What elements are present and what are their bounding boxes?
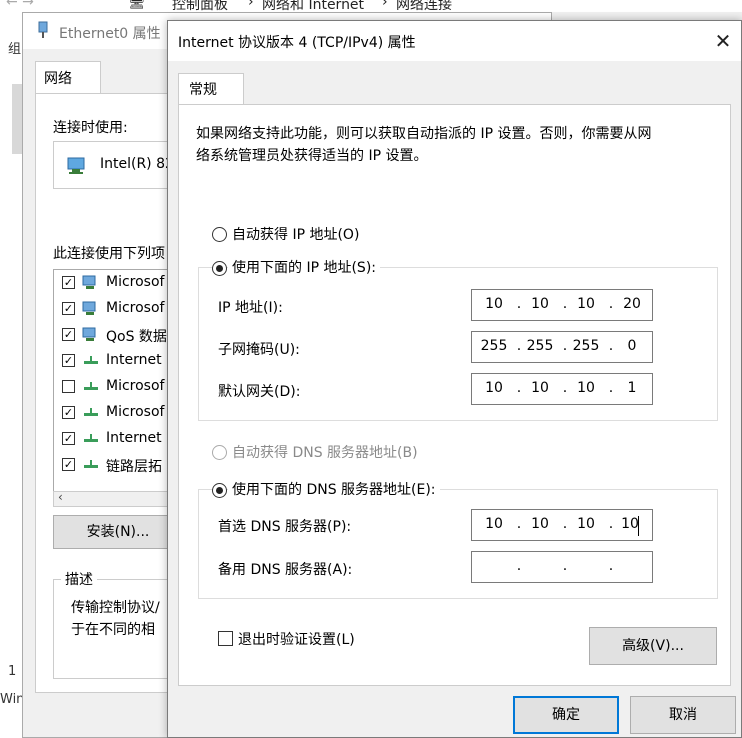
- preferred-dns-input[interactable]: 10 . 10 . 10 . 10: [471, 509, 653, 541]
- breadcrumb-item[interactable]: 网络和 Internet: [262, 0, 364, 12]
- item-label: 链路层拓: [106, 459, 162, 475]
- ip-octet[interactable]: 10: [476, 296, 512, 312]
- tab-general[interactable]: 常规: [178, 73, 244, 105]
- service-icon: [82, 301, 96, 315]
- protocol-icon: [84, 382, 98, 390]
- protocol-icon: [84, 356, 98, 364]
- auto-ip-radio[interactable]: [212, 227, 227, 242]
- item-checkbox[interactable]: ✓: [62, 354, 75, 367]
- adapter-name: Intel(R) 82: [100, 156, 174, 172]
- dialog-titlebar[interactable]: Internet 协议版本 4 (TCP/IPv4) 属性 ✕: [168, 21, 741, 61]
- item-checkbox[interactable]: ✓: [62, 432, 75, 445]
- connect-using-label: 连接时使用:: [53, 120, 128, 136]
- description-line: 络系统管理员处获得适当的 IP 设置。: [196, 148, 428, 164]
- breadcrumb-sep: ›: [382, 0, 388, 10]
- network-adapter-icon: [38, 21, 48, 38]
- item-checkbox[interactable]: ✓: [62, 406, 75, 419]
- item-checkbox[interactable]: [62, 380, 75, 393]
- item-checkbox[interactable]: ✓: [62, 458, 75, 471]
- manual-ip-radio[interactable]: [212, 261, 227, 276]
- dialog-description: 如果网络支持此功能，则可以获取自动指派的 IP 设置。否则，你需要从网 络系统管…: [196, 123, 706, 167]
- ip-octet[interactable]: 10: [522, 296, 558, 312]
- eth-window-title: Ethernet0 属性: [59, 26, 161, 42]
- text-caret: [638, 516, 639, 536]
- item-label: Internet: [106, 430, 162, 446]
- preferred-dns-label: 首选 DNS 服务器(P):: [218, 519, 352, 535]
- cancel-button[interactable]: 取消: [630, 696, 736, 734]
- left-letter: 1: [8, 664, 17, 679]
- left-letter: Win: [0, 692, 25, 707]
- default-gateway-input[interactable]: 10 . 10 . 10 . 1: [471, 373, 653, 405]
- auto-dns-label[interactable]: 自动获得 DNS 服务器地址(B): [232, 442, 418, 462]
- subnet-mask-input[interactable]: 255 . 255 . 255 . 0: [471, 331, 653, 363]
- ip-octet[interactable]: 10: [476, 380, 512, 396]
- octet-dot: .: [516, 558, 522, 574]
- ip-octet[interactable]: 10: [568, 380, 604, 396]
- install-button[interactable]: 安装(N)...: [53, 515, 183, 549]
- octet-dot: .: [608, 558, 614, 574]
- nav-arrows[interactable]: ← →: [6, 0, 34, 10]
- ip-octet[interactable]: 10: [522, 380, 558, 396]
- item-label: Microsof: [106, 378, 165, 394]
- validate-on-exit-label[interactable]: 退出时验证设置(L): [238, 629, 355, 649]
- ip-octet[interactable]: 10: [568, 296, 604, 312]
- item-label: QoS 数据: [106, 329, 167, 345]
- subnet-mask-label: 子网掩码(U):: [218, 342, 300, 358]
- protocol-icon: [84, 408, 98, 416]
- item-label: Microsof: [106, 404, 165, 420]
- ip-octet[interactable]: 10: [568, 516, 604, 532]
- ok-button[interactable]: 确定: [513, 696, 619, 734]
- item-checkbox[interactable]: ✓: [62, 276, 75, 289]
- advanced-button[interactable]: 高级(V)...: [589, 627, 717, 665]
- description-label: 描述: [61, 569, 97, 589]
- item-label: Microsof: [106, 300, 165, 316]
- default-gateway-label: 默认网关(D):: [218, 384, 301, 400]
- protocol-icon: [84, 434, 98, 442]
- connection-items-label: 此连接使用下列项: [53, 246, 165, 262]
- ip-octet[interactable]: 1: [614, 380, 650, 396]
- qos-icon: [82, 327, 96, 341]
- auto-dns-radio[interactable]: [212, 445, 227, 460]
- network-card-icon: [67, 157, 85, 174]
- left-letter: 组: [8, 42, 22, 57]
- ip-octet[interactable]: 255: [476, 338, 512, 354]
- client-icon: [82, 275, 96, 289]
- validate-on-exit-checkbox[interactable]: [218, 631, 233, 646]
- ip-octet[interactable]: 20: [614, 296, 650, 312]
- breadcrumb-sep: ›: [248, 0, 254, 10]
- alternate-dns-label: 备用 DNS 服务器(A):: [218, 562, 353, 578]
- breadcrumb-item[interactable]: 网络连接: [396, 0, 452, 12]
- close-icon[interactable]: ✕: [708, 27, 738, 55]
- octet-dot: .: [562, 558, 568, 574]
- manual-ip-label[interactable]: 使用下面的 IP 地址(S):: [228, 257, 380, 277]
- item-checkbox[interactable]: ✓: [62, 328, 75, 341]
- ip-octet[interactable]: 10: [522, 516, 558, 532]
- protocol-icon: [84, 460, 98, 468]
- explorer-address-bar: ← → 🖥 控制面板 › 网络和 Internet › 网络连接: [0, 0, 742, 12]
- ip-octet[interactable]: 255: [522, 338, 558, 354]
- ip-octet[interactable]: 255: [568, 338, 604, 354]
- explorer-left-strip: 组 1 Win: [0, 12, 25, 738]
- breadcrumb-item[interactable]: 控制面板: [172, 0, 228, 12]
- ip-octet[interactable]: 10: [612, 516, 648, 532]
- dialog-title: Internet 协议版本 4 (TCP/IPv4) 属性: [178, 35, 416, 51]
- item-label: Internet: [106, 352, 162, 368]
- auto-ip-label[interactable]: 自动获得 IP 地址(O): [232, 224, 359, 244]
- control-panel-icon: 🖥: [128, 0, 146, 10]
- scroll-left-icon[interactable]: ‹: [58, 490, 63, 504]
- description-line: 如果网络支持此功能，则可以获取自动指派的 IP 设置。否则，你需要从网: [196, 126, 652, 142]
- ipv4-properties-dialog: Internet 协议版本 4 (TCP/IPv4) 属性 ✕ 常规 如果网络支…: [167, 20, 742, 738]
- left-strip-fragment: [12, 84, 22, 154]
- manual-dns-label[interactable]: 使用下面的 DNS 服务器地址(E):: [228, 479, 440, 499]
- item-label: Microsof: [106, 274, 165, 290]
- alternate-dns-input[interactable]: . . .: [471, 551, 653, 583]
- manual-dns-radio[interactable]: [212, 483, 227, 498]
- ip-octet[interactable]: 0: [614, 338, 650, 354]
- eth-tab-network[interactable]: 网络: [35, 61, 101, 93]
- ip-address-label: IP 地址(I):: [218, 300, 283, 316]
- ip-octet[interactable]: 10: [476, 516, 512, 532]
- item-checkbox[interactable]: ✓: [62, 302, 75, 315]
- ip-address-input[interactable]: 10 . 10 . 10 . 20: [471, 289, 653, 321]
